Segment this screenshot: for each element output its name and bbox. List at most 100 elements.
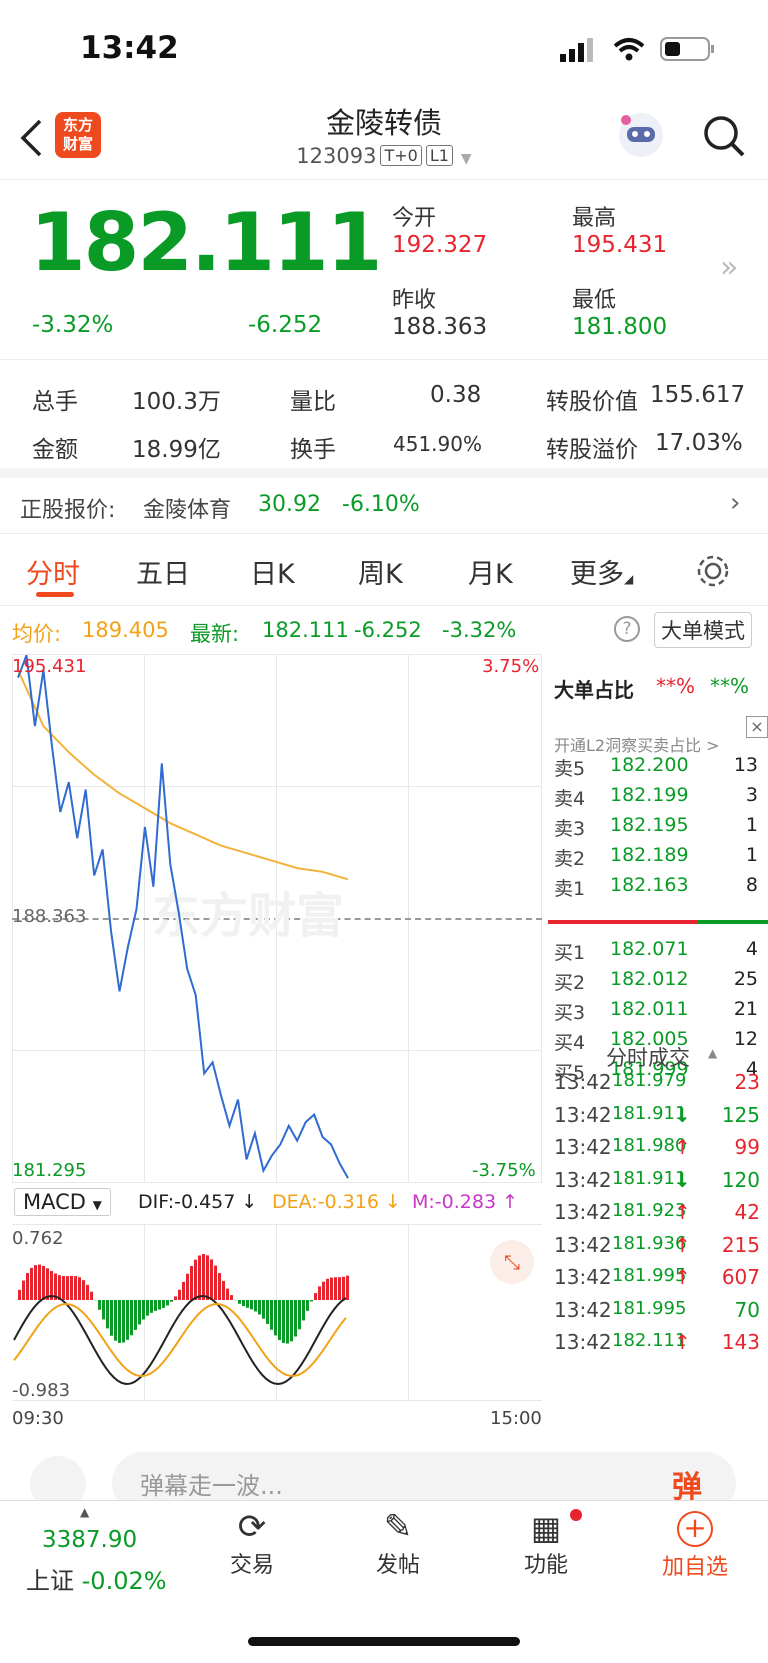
order-row[interactable]: 卖4 182.199 3: [554, 780, 764, 812]
tab-weekly-k[interactable]: 周K: [358, 552, 403, 591]
trade-volume: 70: [734, 1297, 760, 1322]
macd-bar: [62, 1276, 65, 1300]
trade-time: 13:42: [554, 1200, 612, 1224]
trade-time: 13:42: [554, 1297, 612, 1322]
underlying-stock-row[interactable]: 正股报价: 金陵体育 30.92 -6.10% ›: [0, 478, 768, 534]
trade-row: 13:42 181.911 ↓ 120: [554, 1166, 764, 1200]
low-value: 181.800: [572, 314, 668, 340]
order-row[interactable]: 卖5 182.200 13: [554, 750, 764, 782]
macd-bar: [86, 1284, 89, 1300]
macd-bar: [34, 1265, 37, 1300]
macd-bar: [266, 1300, 269, 1324]
order-row[interactable]: 卖1 182.163 8: [554, 870, 764, 902]
macd-bar: [250, 1300, 253, 1310]
tab-five-day[interactable]: 五日: [136, 552, 190, 591]
macd-bar: [226, 1288, 229, 1300]
function-button[interactable]: ▦ 功能: [506, 1501, 586, 1579]
ask-rows: 卖5 182.200 13 卖4 182.199 3 卖3 182.195 1 卖2 182.189…: [548, 750, 768, 910]
tab-more[interactable]: 更多◢: [570, 552, 633, 591]
trade-list: 13:42 181.979 23 13:42 181.911 ↓ 125 13:42 181.9…: [548, 1068, 768, 1408]
tab-daily-k[interactable]: 日K: [250, 552, 295, 591]
macd-bar: [270, 1300, 273, 1330]
macd-bar: [98, 1300, 101, 1310]
high-label: 最高: [572, 206, 617, 231]
order-row[interactable]: 卖2 182.189 1: [554, 840, 764, 872]
order-volume: 21: [733, 998, 758, 1020]
stat-value: 451.90%: [393, 432, 482, 456]
trade-row: 13:42 181.911 ↓ 125: [554, 1101, 764, 1135]
low-label: 最低: [572, 288, 617, 313]
trade-row: 13:42 181.995 ↑ 607: [554, 1263, 764, 1297]
macd-bar: [242, 1300, 245, 1307]
macd-bar: [186, 1273, 189, 1300]
macd-bar: [198, 1255, 201, 1300]
macd-chart[interactable]: 0.762 -0.983 ⤡: [12, 1224, 542, 1402]
last-pct: -3.32%: [442, 618, 517, 642]
function-label: 功能: [523, 1553, 568, 1578]
trade-row: 13:42 182.111 ↑ 143: [554, 1328, 764, 1362]
trade-volume: 125: [721, 1102, 760, 1127]
big-order-mode-button[interactable]: 大单模式: [654, 612, 752, 648]
change-pct: -3.32%: [32, 312, 114, 338]
bottom-toolbar: ▲ 3387.90 上证 -0.02% ⟳ 交易 ✎ 发帖 ▦ 功能 + 加自选: [0, 1500, 768, 1663]
order-row[interactable]: 买1 182.071 4: [554, 934, 764, 966]
order-row[interactable]: 买3 182.011 21: [554, 994, 764, 1026]
add-watchlist-button[interactable]: + 加自选: [650, 1501, 740, 1581]
stat-value: 18.99亿: [132, 437, 221, 463]
stock-pct: -6.10%: [342, 492, 420, 517]
tab-monthly-k[interactable]: 月K: [468, 552, 513, 591]
trade-time: 13:42: [554, 1102, 612, 1127]
help-icon[interactable]: ?: [614, 616, 640, 642]
index-value[interactable]: 3387.90: [42, 1527, 137, 1553]
close-icon[interactable]: ×: [746, 716, 768, 738]
stat-label: 量比: [290, 389, 336, 415]
search-icon[interactable]: [702, 114, 746, 158]
chart-tabs: 分时 五日 日K 周K 月K 更多◢: [0, 534, 768, 606]
trade-volume: 607: [721, 1265, 760, 1289]
macd-bar: [194, 1259, 197, 1300]
macd-bar: [286, 1300, 289, 1344]
macd-select[interactable]: MACD ▼: [14, 1188, 111, 1216]
order-volume: 8: [745, 874, 758, 896]
macd-bar: [46, 1268, 49, 1300]
open-time: 09:30: [12, 1408, 64, 1429]
tab-indicator: [36, 592, 74, 597]
collapse-icon[interactable]: ▲: [708, 1046, 717, 1060]
trade-time: 13:42: [554, 1167, 612, 1192]
trade-row: 13:42 181.995 70: [554, 1296, 764, 1330]
index-name[interactable]: 上证 -0.02%: [26, 1561, 167, 1596]
macd-bar: [26, 1273, 29, 1300]
stat-label: 转股溢价: [546, 437, 638, 463]
wifi-icon: [613, 38, 645, 61]
comment-placeholder: 弹幕走一波...: [140, 1472, 283, 1500]
order-level: 卖3: [554, 818, 586, 840]
tab-intraday[interactable]: 分时: [26, 552, 80, 591]
fullscreen-icon[interactable]: ⤡: [490, 1240, 534, 1284]
settings-gear-icon[interactable]: [696, 554, 730, 588]
macd-bar: [170, 1300, 173, 1302]
order-row[interactable]: 卖3 182.195 1: [554, 810, 764, 842]
macd-bar: [310, 1300, 313, 1302]
ratio-bar-red: [548, 920, 698, 924]
expand-chevron-icon[interactable]: »: [720, 250, 738, 285]
order-price: 182.012: [610, 968, 689, 990]
macd-bar: [82, 1280, 85, 1300]
trade-button[interactable]: ⟳ 交易: [212, 1501, 292, 1579]
macd-bar: [278, 1300, 281, 1341]
order-level: 卖2: [554, 848, 586, 870]
post-button[interactable]: ✎ 发帖: [358, 1501, 438, 1579]
order-level: 买1: [554, 942, 586, 964]
trade-time: 13:42: [554, 1265, 612, 1289]
macd-bar: [142, 1300, 145, 1320]
trade-price: 181.979: [612, 1070, 687, 1091]
macd-bar: [222, 1281, 225, 1300]
intraday-chart[interactable]: 东方财富 195.431 3.75% 188.363 181.295 -3.75…: [12, 654, 542, 1184]
macd-bar: [334, 1277, 337, 1300]
macd-bar: [206, 1255, 209, 1300]
stat-label: 换手: [290, 437, 336, 463]
macd-bar: [138, 1300, 141, 1325]
dropdown-icon[interactable]: ▼: [461, 151, 472, 167]
order-row[interactable]: 买2 182.012 25: [554, 964, 764, 996]
macd-bar: [214, 1265, 217, 1300]
robot-icon[interactable]: [616, 110, 666, 160]
